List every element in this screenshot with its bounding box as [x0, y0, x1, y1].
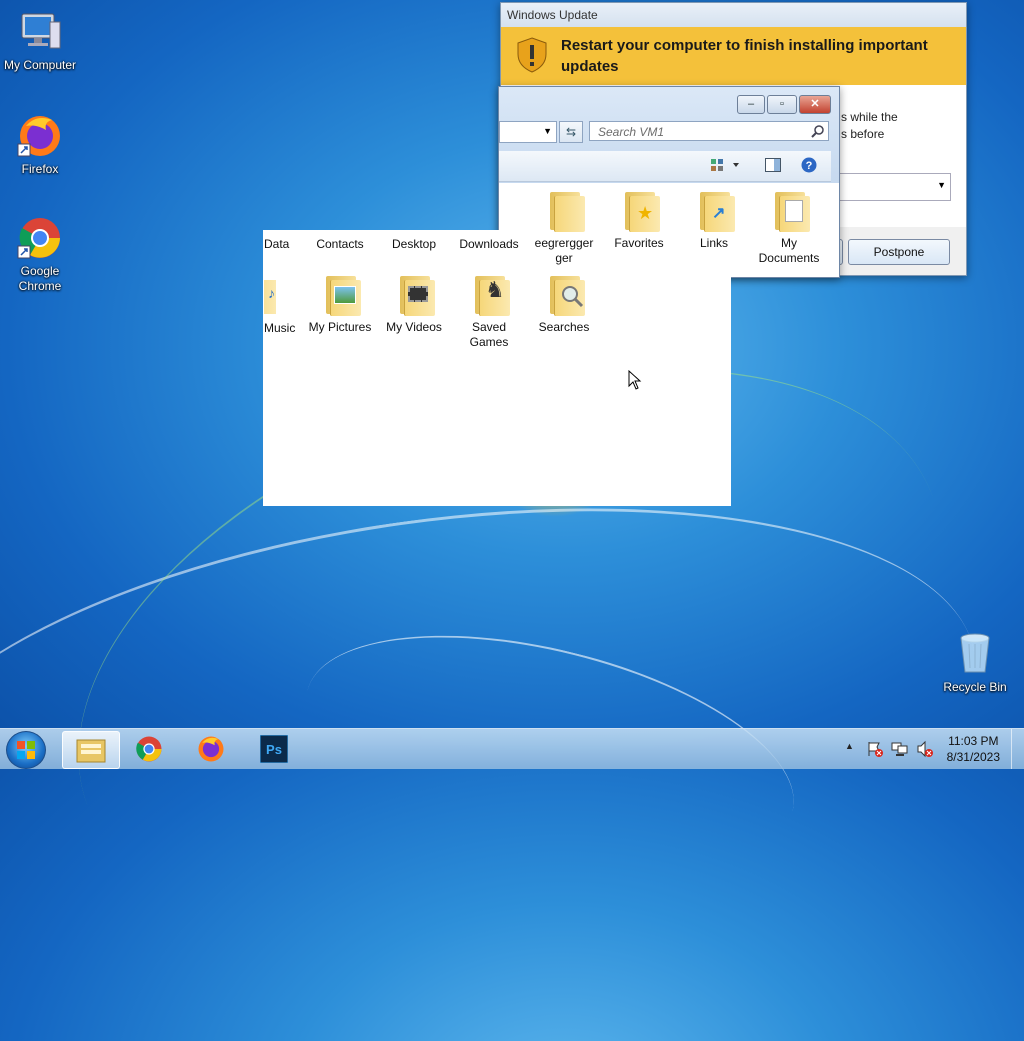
window-title: Windows Update	[501, 3, 966, 27]
desktop-icon-label: Firefox	[21, 162, 59, 176]
photoshop-icon: Ps	[260, 735, 288, 763]
folder-label: Desktop	[391, 237, 437, 251]
windows-logo-icon	[17, 741, 35, 759]
chrome-icon	[16, 214, 64, 262]
refresh-button[interactable]: ⇆	[559, 121, 583, 143]
show-desktop-button[interactable]	[1011, 729, 1024, 769]
svg-text:Ps: Ps	[266, 742, 282, 757]
folder-games-icon: ♞	[469, 270, 510, 318]
folder-downloads[interactable]: Downloads	[452, 232, 526, 252]
preview-pane-icon[interactable]	[765, 158, 781, 175]
folder-label: Data	[264, 237, 290, 251]
desktop-icon-my-computer[interactable]: My Computer	[0, 8, 80, 73]
banner-text: Restart your computer to finish installi…	[561, 37, 928, 75]
folder-label: Links	[699, 236, 728, 250]
folder-desktop[interactable]: Desktop	[377, 232, 451, 252]
taskbar-photoshop-button[interactable]: Ps	[246, 731, 302, 767]
restart-banner: Restart your computer to finish installi…	[501, 27, 966, 85]
firefox-icon	[16, 112, 64, 160]
folder-label: My Documents	[758, 236, 820, 265]
search-input[interactable]: Search VM1	[589, 121, 829, 141]
folder-label: Contacts	[316, 237, 364, 251]
folder-label: Favorites	[614, 236, 664, 250]
shield-warning-icon	[515, 36, 549, 77]
taskbar-firefox-button[interactable]	[184, 731, 240, 767]
minimize-button[interactable]: –	[737, 95, 765, 114]
network-icon[interactable]	[891, 740, 909, 761]
folder-label: Music	[264, 321, 296, 335]
desktop-icon-chrome[interactable]: Google Chrome	[0, 214, 80, 294]
folder-my-pictures[interactable]: My Pictures	[303, 270, 377, 335]
chevron-down-icon: ▼	[543, 126, 552, 136]
taskbar-explorer-button[interactable]	[62, 731, 120, 769]
folder-music[interactable]: ♪ Music	[264, 270, 296, 336]
desktop-icon-recycle-bin[interactable]: Recycle Bin	[935, 630, 1015, 695]
search-icon	[811, 124, 825, 141]
close-button[interactable]: ✕	[799, 95, 831, 114]
folder-label: eegrergger ger	[534, 236, 594, 265]
window-controls: – ▫ ✕	[737, 95, 831, 114]
clock-time: 11:03 PM	[948, 734, 999, 748]
folder-search-icon	[544, 270, 585, 318]
help-icon[interactable]: ?	[801, 157, 817, 176]
show-hidden-icons-button[interactable]: ▲	[845, 741, 854, 751]
computer-icon	[16, 8, 64, 56]
folder-links[interactable]: ↗ Links	[677, 186, 751, 251]
taskbar: Ps ▲ 11:03 PM 8/31/2023	[0, 728, 1024, 769]
action-center-icon[interactable]	[866, 740, 884, 761]
restart-time-select[interactable]: ▼	[837, 173, 951, 201]
folder-data[interactable]: Data	[264, 232, 290, 252]
command-bar: ?	[499, 151, 831, 182]
maximize-button[interactable]: ▫	[767, 95, 797, 114]
system-clock[interactable]: 11:03 PM 8/31/2023	[947, 733, 1000, 765]
clock-date: 8/31/2023	[946, 750, 1000, 764]
chrome-icon	[136, 736, 162, 762]
folder-favorites[interactable]: ★ Favorites	[602, 186, 676, 251]
desktop-icon-label: Google Chrome	[18, 264, 62, 293]
folder-label: Downloads	[459, 237, 519, 251]
folder-music-icon: ♪	[264, 270, 292, 318]
folder-label: Searches	[538, 320, 590, 334]
folder-eegrergger[interactable]: eegrergger ger	[527, 186, 601, 266]
folder-link-icon: ↗	[694, 186, 735, 234]
folder-my-videos[interactable]: My Videos	[377, 270, 451, 335]
postpone-button[interactable]: Postpone	[848, 239, 950, 265]
folder-label: My Pictures	[308, 320, 372, 334]
mouse-cursor	[628, 369, 642, 393]
recycle-bin-icon	[951, 630, 999, 678]
desktop-icon-label: My Computer	[3, 58, 77, 72]
folder-icon	[544, 186, 585, 234]
svg-text:?: ?	[806, 160, 813, 172]
desktop-icon-label: Recycle Bin	[943, 680, 1007, 694]
explorer-folder-icon	[76, 739, 106, 763]
firefox-icon	[198, 736, 224, 762]
folder-my-documents[interactable]: My Documents	[752, 186, 826, 266]
folder-documents-icon	[769, 186, 810, 234]
folder-star-icon: ★	[619, 186, 660, 234]
folder-contacts[interactable]: Contacts	[303, 232, 377, 252]
view-options-icon[interactable]	[711, 158, 741, 175]
volume-muted-icon[interactable]	[916, 740, 934, 761]
chevron-down-icon: ▼	[937, 180, 946, 190]
start-button[interactable]	[6, 731, 46, 769]
folder-videos-icon	[394, 270, 435, 318]
taskbar-chrome-button[interactable]	[122, 731, 178, 767]
folder-label: My Videos	[386, 320, 442, 334]
folder-searches[interactable]: Searches	[527, 270, 601, 335]
folder-pictures-icon	[320, 270, 361, 318]
address-bar[interactable]: ▼	[499, 121, 557, 143]
desktop-icon-firefox[interactable]: Firefox	[0, 112, 80, 177]
folder-saved-games[interactable]: ♞ Saved Games	[452, 270, 526, 350]
folder-label: Saved Games	[469, 320, 509, 349]
update-body-text: s while the s before	[841, 110, 898, 141]
